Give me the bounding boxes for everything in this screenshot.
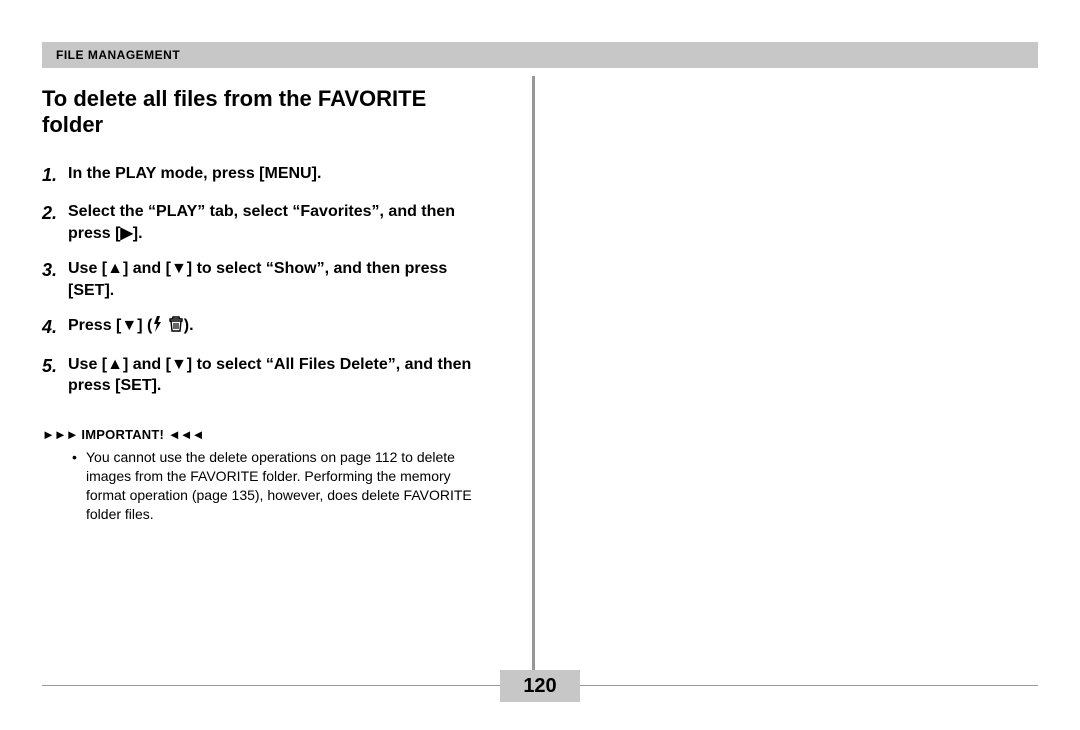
- section-header: File Management: [42, 42, 1038, 68]
- step-number: 5.: [42, 354, 68, 397]
- right-column: [575, 86, 1025, 671]
- step-2: 2. Select the “PLAY” tab, select “Favori…: [42, 201, 472, 244]
- flash-icon: [152, 317, 163, 334]
- step-1: 1. In the PLAY mode, press [MENU].: [42, 163, 472, 187]
- step-3: 3. Use [▲] and [▼] to select “Show”, and…: [42, 258, 472, 301]
- content-columns: To delete all files from the FAVORITE fo…: [42, 86, 1038, 671]
- step-number: 2.: [42, 201, 68, 244]
- column-divider: [532, 76, 535, 686]
- step-text-pre: Press [▼] (: [68, 317, 152, 334]
- step-number: 1.: [42, 163, 68, 187]
- decor-left-arrows-icon: ◄◄◄: [168, 427, 204, 442]
- step-number: 4.: [42, 315, 68, 339]
- important-label-text: IMPORTANT!: [81, 427, 164, 442]
- step-text: Use [▲] and [▼] to select “Show”, and th…: [68, 258, 472, 301]
- left-column: To delete all files from the FAVORITE fo…: [42, 86, 492, 671]
- decor-right-arrows-icon: ►►►: [42, 427, 78, 442]
- step-text: Select the “PLAY” tab, select “Favorites…: [68, 201, 472, 244]
- step-5: 5. Use [▲] and [▼] to select “All Files …: [42, 354, 472, 397]
- page-footer: 120: [42, 670, 1038, 702]
- page-number: 120: [500, 670, 580, 702]
- step-text-post: ).: [184, 317, 194, 334]
- important-heading: ►►► IMPORTANT! ◄◄◄: [42, 427, 472, 442]
- step-number: 3.: [42, 258, 68, 301]
- trash-icon: [168, 317, 184, 334]
- manual-page: File Management To delete all files from…: [42, 42, 1038, 702]
- important-list: You cannot use the delete operations on …: [42, 448, 472, 524]
- step-text: Press [▼] ( ).: [68, 315, 472, 339]
- step-text: In the PLAY mode, press [MENU].: [68, 163, 472, 187]
- important-item: You cannot use the delete operations on …: [72, 448, 472, 524]
- page-title: To delete all files from the FAVORITE fo…: [42, 86, 472, 139]
- step-4: 4. Press [▼] ( ).: [42, 315, 472, 339]
- instruction-list: 1. In the PLAY mode, press [MENU]. 2. Se…: [42, 163, 472, 397]
- step-text: Use [▲] and [▼] to select “All Files Del…: [68, 354, 472, 397]
- section-title: File Management: [56, 48, 180, 62]
- important-note: ►►► IMPORTANT! ◄◄◄ You cannot use the de…: [42, 427, 472, 524]
